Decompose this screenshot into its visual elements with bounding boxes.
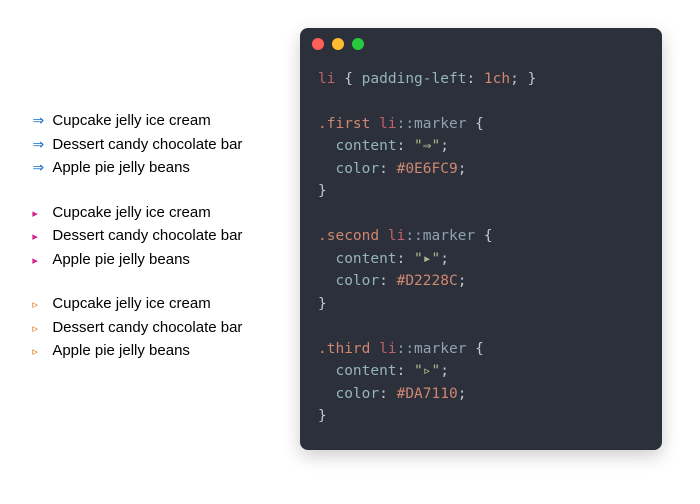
- list-item: ▹ Dessert candy chocolate bar: [24, 317, 300, 340]
- close-icon[interactable]: [312, 38, 324, 50]
- list-item: ⇒ Dessert candy chocolate bar: [24, 134, 300, 157]
- code-token: :: [466, 71, 475, 87]
- code-token: color: [335, 273, 379, 289]
- code-token: ::marker: [397, 341, 467, 357]
- code-token: {: [475, 116, 484, 132]
- code-token: ;: [440, 251, 449, 267]
- code-token: }: [318, 183, 327, 199]
- code-token: ;: [458, 273, 467, 289]
- code-token: :: [379, 161, 388, 177]
- code-token: li: [379, 341, 396, 357]
- list-item: ⇒ Apple pie jelly beans: [24, 157, 300, 180]
- code-token: {: [344, 71, 353, 87]
- code-token: ;: [440, 138, 449, 154]
- arrow-right-double-icon: ⇒: [32, 157, 52, 178]
- arrow-right-double-icon: ⇒: [32, 110, 52, 131]
- code-token: padding-left: [362, 71, 467, 87]
- code-token: ;: [458, 386, 467, 402]
- code-token: :: [397, 363, 406, 379]
- list-item-text: Apple pie jelly beans: [52, 340, 190, 363]
- code-token: {: [475, 341, 484, 357]
- list-item-text: Dessert candy chocolate bar: [52, 317, 242, 340]
- code-token: ::marker: [405, 228, 475, 244]
- triangle-right-outline-icon: ▹: [32, 297, 52, 314]
- code-token: #D2228C: [397, 273, 458, 289]
- code-token: :: [379, 273, 388, 289]
- code-token: :: [397, 138, 406, 154]
- list-item: ▹ Apple pie jelly beans: [24, 340, 300, 363]
- code-token: "▹": [414, 363, 440, 379]
- rendered-lists-panel: ⇒ Cupcake jelly ice cream ⇒ Dessert cand…: [0, 0, 300, 504]
- code-token: #DA7110: [397, 386, 458, 402]
- list-item-text: Cupcake jelly ice cream: [52, 202, 210, 225]
- triangle-right-filled-icon: ▸: [32, 229, 52, 246]
- list-item: ▸ Cupcake jelly ice cream: [24, 202, 300, 225]
- code-token: ::marker: [397, 116, 467, 132]
- code-token: }: [318, 408, 327, 424]
- code-token: .second: [318, 228, 379, 244]
- list-item: ▸ Dessert candy chocolate bar: [24, 225, 300, 248]
- code-token: }: [318, 296, 327, 312]
- list-item-text: Dessert candy chocolate bar: [52, 225, 242, 248]
- triangle-right-filled-icon: ▸: [32, 206, 52, 223]
- list-second: ▸ Cupcake jelly ice cream ▸ Dessert cand…: [24, 202, 300, 272]
- list-item: ⇒ Cupcake jelly ice cream: [24, 110, 300, 133]
- list-item-text: Apple pie jelly beans: [52, 249, 190, 272]
- minimize-icon[interactable]: [332, 38, 344, 50]
- triangle-right-filled-icon: ▸: [32, 253, 52, 270]
- list-item-text: Apple pie jelly beans: [52, 157, 190, 180]
- list-item: ▹ Cupcake jelly ice cream: [24, 293, 300, 316]
- code-token: color: [335, 161, 379, 177]
- code-token: #0E6FC9: [397, 161, 458, 177]
- list-item-text: Dessert candy chocolate bar: [52, 134, 242, 157]
- code-token: "▸": [414, 251, 440, 267]
- code-token: .third: [318, 341, 370, 357]
- code-window: li { padding-left: 1ch; } .first li::mar…: [300, 28, 662, 450]
- code-token: 1ch: [484, 71, 510, 87]
- code-token: ;: [440, 363, 449, 379]
- code-token: li: [388, 228, 405, 244]
- code-token: "⇒": [414, 138, 440, 154]
- code-block: li { padding-left: 1ch; } .first li::mar…: [300, 60, 662, 450]
- code-token: }: [528, 71, 537, 87]
- code-token: ;: [510, 71, 519, 87]
- triangle-right-outline-icon: ▹: [32, 344, 52, 361]
- list-item-text: Cupcake jelly ice cream: [52, 293, 210, 316]
- code-token: color: [335, 386, 379, 402]
- list-first: ⇒ Cupcake jelly ice cream ⇒ Dessert cand…: [24, 110, 300, 180]
- arrow-right-double-icon: ⇒: [32, 134, 52, 155]
- code-token: :: [397, 251, 406, 267]
- code-token: content: [335, 138, 396, 154]
- code-token: :: [379, 386, 388, 402]
- window-titlebar: [300, 28, 662, 60]
- list-third: ▹ Cupcake jelly ice cream ▹ Dessert cand…: [24, 293, 300, 363]
- code-token: ;: [458, 161, 467, 177]
- code-token: li: [318, 71, 335, 87]
- code-token: li: [379, 116, 396, 132]
- code-token: .first: [318, 116, 370, 132]
- zoom-icon[interactable]: [352, 38, 364, 50]
- list-item-text: Cupcake jelly ice cream: [52, 110, 210, 133]
- triangle-right-outline-icon: ▹: [32, 321, 52, 338]
- list-item: ▸ Apple pie jelly beans: [24, 249, 300, 272]
- code-token: content: [335, 363, 396, 379]
- code-token: content: [335, 251, 396, 267]
- code-token: {: [484, 228, 493, 244]
